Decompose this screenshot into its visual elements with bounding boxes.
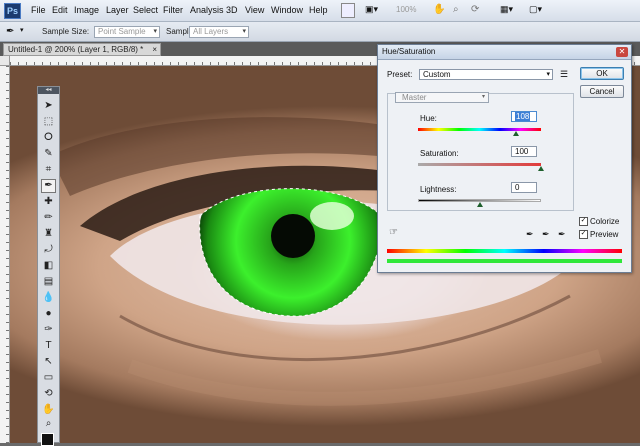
input-color-bar bbox=[387, 249, 622, 253]
shape-tool-icon[interactable]: ▭ bbox=[41, 371, 56, 385]
sample-size-select[interactable]: Point Sample ▾ bbox=[94, 26, 160, 38]
menu-file[interactable]: File bbox=[31, 5, 46, 15]
sample-size-value: Point Sample bbox=[98, 27, 146, 36]
add-to-sample-eyedropper-icon[interactable]: ✒ bbox=[542, 229, 550, 240]
healing-brush-tool-icon[interactable]: ✚ bbox=[41, 195, 56, 209]
sample-size-label: Sample Size: bbox=[42, 27, 90, 36]
pen-tool-icon[interactable]: ✑ bbox=[41, 323, 56, 337]
preset-select[interactable]: Custom ▾ bbox=[419, 69, 553, 80]
foreground-color-swatch[interactable] bbox=[41, 433, 54, 446]
gradient-tool-icon[interactable]: ▤ bbox=[41, 275, 56, 289]
3d-rotate-tool-icon[interactable]: ⟲ bbox=[41, 387, 56, 401]
eraser-tool-icon[interactable]: ◧ bbox=[41, 259, 56, 273]
vertical-ruler[interactable] bbox=[0, 66, 10, 443]
rotate-view-icon[interactable]: ⟳ bbox=[471, 3, 485, 18]
close-icon[interactable]: × bbox=[152, 44, 157, 55]
menu-image[interactable]: Image bbox=[74, 5, 99, 15]
blur-tool-icon[interactable]: 💧 bbox=[41, 291, 56, 305]
document-tab-title: Untitled-1 @ 200% (Layer 1, RGB/8) * bbox=[8, 45, 144, 54]
dodge-tool-icon[interactable]: ● bbox=[41, 307, 56, 321]
preset-options-icon[interactable]: ☰ bbox=[560, 69, 568, 80]
lightness-slider-thumb[interactable] bbox=[476, 202, 483, 207]
menu-layer[interactable]: Layer bbox=[106, 5, 129, 15]
hue-saturation-dialog: Hue/Saturation ✕ Preset: Custom ▾ ☰ OK C… bbox=[377, 44, 632, 273]
eyedropper-icon[interactable]: ✒ bbox=[526, 229, 534, 240]
tool-preset-chevron-icon[interactable]: ▾ bbox=[20, 26, 24, 34]
saturation-input[interactable]: 100 bbox=[511, 146, 537, 157]
subtract-from-sample-eyedropper-icon[interactable]: ✒ bbox=[558, 229, 566, 240]
saturation-label: Saturation: bbox=[420, 149, 459, 158]
path-selection-tool-icon[interactable]: ↖ bbox=[41, 355, 56, 369]
close-icon[interactable]: ✕ bbox=[616, 47, 628, 57]
output-color-bar bbox=[387, 259, 622, 263]
ok-button[interactable]: OK bbox=[580, 67, 624, 80]
screen-mode-icon[interactable]: ▢▾ bbox=[529, 3, 551, 18]
tools-panel: ◂◂ ➤ ⬚ ⵔ ✎ ⌗ ✒ ✚ ✏ ♜ ⤾ ◧ ▤ 💧 ● ✑ T ↖ ▭ ⟲… bbox=[37, 86, 60, 446]
menu-window[interactable]: Window bbox=[271, 5, 303, 15]
chevron-down-icon: ▾ bbox=[546, 71, 550, 78]
checkbox-icon[interactable]: ✓ bbox=[579, 217, 588, 227]
checkbox-icon[interactable]: ✓ bbox=[579, 230, 588, 240]
chevron-down-icon: ▾ bbox=[242, 28, 246, 35]
history-brush-tool-icon[interactable]: ⤾ bbox=[41, 243, 56, 257]
saturation-slider-track[interactable] bbox=[418, 163, 541, 166]
hue-value: 108 bbox=[515, 112, 531, 121]
dialog-title: Hue/Saturation bbox=[382, 47, 436, 56]
marquee-tool-icon[interactable]: ⬚ bbox=[41, 115, 56, 129]
preview-label: Preview bbox=[590, 230, 619, 239]
eyedropper-tool-icon[interactable]: ✒ bbox=[6, 26, 14, 37]
menu-filter[interactable]: Filter bbox=[163, 5, 183, 15]
zoom-tool-icon[interactable]: ⌕ bbox=[453, 3, 467, 18]
quick-selection-tool-icon[interactable]: ✎ bbox=[41, 147, 56, 161]
adjustment-group bbox=[387, 93, 574, 211]
eyedropper-tool-icon[interactable]: ✒ bbox=[41, 179, 56, 193]
hue-slider-thumb[interactable] bbox=[513, 131, 520, 136]
lasso-tool-icon[interactable]: ⵔ bbox=[41, 131, 56, 145]
arrange-documents-icon[interactable]: ▦▾ bbox=[500, 3, 522, 18]
channel-value: Master bbox=[402, 93, 427, 102]
targeted-adjustment-icon[interactable]: ☞ bbox=[389, 227, 398, 238]
sample-value: All Layers bbox=[193, 27, 229, 36]
ruler-origin[interactable] bbox=[0, 56, 10, 66]
document-tab[interactable]: Untitled-1 @ 200% (Layer 1, RGB/8) * × bbox=[3, 43, 161, 56]
options-bar: ✒ ▾ Sample Size: Point Sample ▾ Sample: … bbox=[0, 22, 640, 42]
preview-checkbox[interactable]: ✓ Preview bbox=[579, 230, 619, 240]
hand-tool-icon[interactable]: ✋ bbox=[41, 403, 56, 417]
hue-label: Hue: bbox=[420, 114, 437, 123]
saturation-slider-thumb[interactable] bbox=[538, 166, 544, 171]
chevron-down-icon: ▾ bbox=[153, 28, 157, 35]
menu-3d[interactable]: 3D bbox=[226, 5, 238, 15]
crop-tool-icon[interactable]: ⌗ bbox=[41, 163, 56, 177]
extras-dropdown-icon[interactable]: ▣▾ bbox=[365, 3, 385, 18]
menu-select[interactable]: Select bbox=[133, 5, 158, 15]
photoshop-logo: Ps bbox=[4, 3, 21, 19]
tools-panel-header[interactable]: ◂◂ bbox=[38, 87, 59, 94]
lightness-input[interactable]: 0 bbox=[511, 182, 537, 193]
move-tool-icon[interactable]: ➤ bbox=[41, 99, 56, 113]
hue-slider-track[interactable] bbox=[418, 128, 541, 131]
type-tool-icon[interactable]: T bbox=[41, 339, 56, 353]
menu-view[interactable]: View bbox=[245, 5, 264, 15]
menu-help[interactable]: Help bbox=[309, 5, 328, 15]
chevron-down-icon: ▾ bbox=[481, 94, 485, 100]
channel-select[interactable]: Master ▾ bbox=[395, 92, 489, 103]
cancel-button[interactable]: Cancel bbox=[580, 85, 624, 98]
preset-value: Custom bbox=[423, 70, 451, 79]
hue-input[interactable]: 108 bbox=[511, 111, 537, 122]
clone-stamp-tool-icon[interactable]: ♜ bbox=[41, 227, 56, 241]
bridge-icon[interactable] bbox=[341, 3, 355, 18]
zoom-tool-icon[interactable]: ⌕ bbox=[41, 417, 56, 431]
menu-bar: Ps File Edit Image Layer Select Filter A… bbox=[0, 0, 640, 22]
hand-tool-icon[interactable]: ✋ bbox=[433, 3, 447, 18]
lightness-label: Lightness: bbox=[420, 185, 457, 194]
brush-tool-icon[interactable]: ✏ bbox=[41, 211, 56, 225]
menu-analysis[interactable]: Analysis bbox=[190, 5, 224, 15]
colorize-checkbox[interactable]: ✓ Colorize bbox=[579, 217, 620, 227]
zoom-level[interactable]: 100% bbox=[396, 3, 426, 18]
menu-edit[interactable]: Edit bbox=[52, 5, 68, 15]
preset-label: Preset: bbox=[387, 70, 413, 79]
colorize-label: Colorize bbox=[590, 217, 620, 226]
dialog-titlebar[interactable]: Hue/Saturation ✕ bbox=[378, 45, 631, 60]
sample-select[interactable]: All Layers ▾ bbox=[189, 26, 249, 38]
